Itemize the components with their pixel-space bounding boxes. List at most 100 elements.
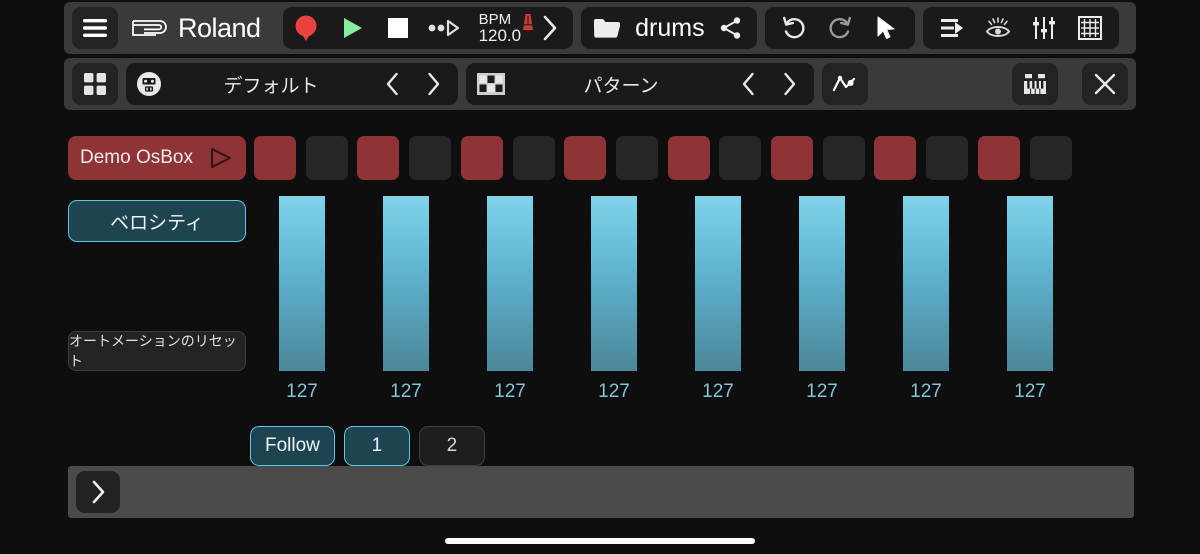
- roland-brand: Roland: [126, 13, 275, 44]
- step-play-button[interactable]: [421, 7, 467, 49]
- home-indicator: [445, 538, 755, 544]
- cursor-arrow-icon: [874, 15, 898, 41]
- pattern-name: パターン: [583, 75, 659, 97]
- automation-curve-icon: [832, 72, 858, 96]
- velocity-bar[interactable]: [383, 196, 429, 371]
- keyboard-icon: [1022, 71, 1048, 97]
- record-icon: [293, 14, 319, 42]
- step-cell[interactable]: [874, 136, 917, 180]
- velocity-value-label: 127: [1014, 381, 1046, 402]
- play-button[interactable]: [329, 7, 375, 49]
- velocity-column[interactable]: 127: [770, 196, 874, 403]
- share-icon[interactable]: [719, 16, 749, 40]
- undo-button[interactable]: [771, 7, 817, 49]
- track-header[interactable]: Demo OsBox: [68, 136, 246, 180]
- play-triangle-icon[interactable]: [208, 146, 234, 170]
- velocity-mode-label: ベロシティ: [110, 212, 204, 234]
- velocity-column[interactable]: 127: [978, 196, 1082, 403]
- follow-toggle[interactable]: Follow: [250, 426, 335, 466]
- page-1-label: 1: [371, 435, 383, 456]
- velocity-value-label: 127: [702, 381, 734, 402]
- views-group: [922, 7, 1119, 49]
- velocity-value-label: 127: [598, 381, 630, 402]
- apps-grid-button[interactable]: [72, 63, 118, 105]
- step-cell[interactable]: [305, 136, 348, 180]
- roland-wordmark: Roland: [178, 12, 261, 43]
- chevron-right-icon: [542, 15, 558, 41]
- velocity-column[interactable]: 127: [666, 196, 770, 403]
- automation-button[interactable]: [822, 63, 868, 105]
- grid-view-button[interactable]: [1067, 7, 1113, 49]
- kit-next-button[interactable]: [414, 72, 458, 96]
- redo-button[interactable]: [817, 7, 863, 49]
- velocity-column[interactable]: 127: [562, 196, 666, 403]
- track-name: Demo OsBox: [80, 147, 193, 168]
- velocity-bar[interactable]: [799, 196, 845, 371]
- mixer-faders-icon: [1031, 15, 1057, 41]
- step-cell[interactable]: [460, 136, 503, 180]
- page-2-label: 2: [446, 435, 458, 456]
- step-cell[interactable]: [926, 136, 969, 180]
- step-cell[interactable]: [254, 136, 296, 180]
- tempo-display[interactable]: BPM 120.0: [467, 12, 534, 44]
- step-cell[interactable]: [1029, 136, 1072, 180]
- pattern-next-button[interactable]: [770, 72, 814, 96]
- kit-name: デフォルト: [223, 75, 319, 97]
- velocity-bar[interactable]: [279, 196, 325, 371]
- page-button-2[interactable]: 2: [418, 426, 485, 466]
- pattern-prev-button[interactable]: [726, 72, 770, 96]
- velocity-bar[interactable]: [903, 196, 949, 371]
- apps-grid-icon: [83, 72, 107, 96]
- velocity-bar[interactable]: [1007, 196, 1053, 371]
- step-cell[interactable]: [977, 136, 1020, 180]
- step-cell[interactable]: [771, 136, 813, 180]
- sub-toolbar: デフォルト パターン: [64, 58, 1136, 110]
- page-button-1[interactable]: 1: [343, 426, 410, 466]
- page-controls: Follow 1 2: [250, 426, 485, 466]
- velocity-lane: 127 127 127 127 127 127 127 127: [250, 196, 1090, 411]
- velocity-column[interactable]: 127: [458, 196, 562, 403]
- velocity-mode-button[interactable]: ベロシティ: [68, 200, 246, 242]
- arrange-button[interactable]: [929, 7, 975, 49]
- velocity-bar[interactable]: [695, 196, 741, 371]
- velocity-column[interactable]: 127: [250, 196, 354, 403]
- kit-prev-button[interactable]: [370, 72, 414, 96]
- stop-icon: [387, 17, 409, 39]
- step-cell[interactable]: [564, 136, 607, 180]
- bottom-expand-button[interactable]: [76, 471, 120, 513]
- step-cell[interactable]: [822, 136, 865, 180]
- velocity-column[interactable]: 127: [354, 196, 458, 403]
- history-group: [764, 7, 915, 49]
- close-button[interactable]: [1082, 63, 1128, 105]
- select-tool-button[interactable]: [863, 7, 909, 49]
- velocity-value-label: 127: [286, 381, 318, 402]
- hamburger-menu-icon: [82, 18, 108, 38]
- tempo-readout: BPM 120.0: [479, 12, 534, 44]
- chevron-right-icon: [90, 479, 106, 505]
- mixer-button[interactable]: [1021, 7, 1067, 49]
- step-cell[interactable]: [719, 136, 762, 180]
- velocity-bar[interactable]: [487, 196, 533, 371]
- step-cell[interactable]: [409, 136, 452, 180]
- reset-automation-button[interactable]: オートメーションのリセット: [68, 331, 246, 371]
- stop-button[interactable]: [375, 7, 421, 49]
- folder-icon: [593, 17, 621, 39]
- step-cell[interactable]: [512, 136, 555, 180]
- step-cell[interactable]: [615, 136, 658, 180]
- velocity-value-label: 127: [390, 381, 422, 402]
- top-toolbar: Roland BPM 120.0 drums: [64, 2, 1136, 54]
- velocity-bar[interactable]: [591, 196, 637, 371]
- record-button[interactable]: [283, 7, 329, 49]
- pattern-grid-icon[interactable]: [466, 72, 516, 96]
- hamburger-menu-button[interactable]: [72, 7, 118, 49]
- velocity-column[interactable]: 127: [874, 196, 978, 403]
- step-play-icon: [428, 18, 460, 38]
- roland-logo-icon: [130, 14, 172, 42]
- visibility-button[interactable]: [975, 7, 1021, 49]
- step-cell[interactable]: [357, 136, 400, 180]
- keyboard-button[interactable]: [1012, 63, 1058, 105]
- drum-machine-icon[interactable]: [126, 71, 172, 97]
- step-cell[interactable]: [667, 136, 710, 180]
- project-group[interactable]: drums: [581, 7, 757, 49]
- undo-icon: [781, 15, 807, 41]
